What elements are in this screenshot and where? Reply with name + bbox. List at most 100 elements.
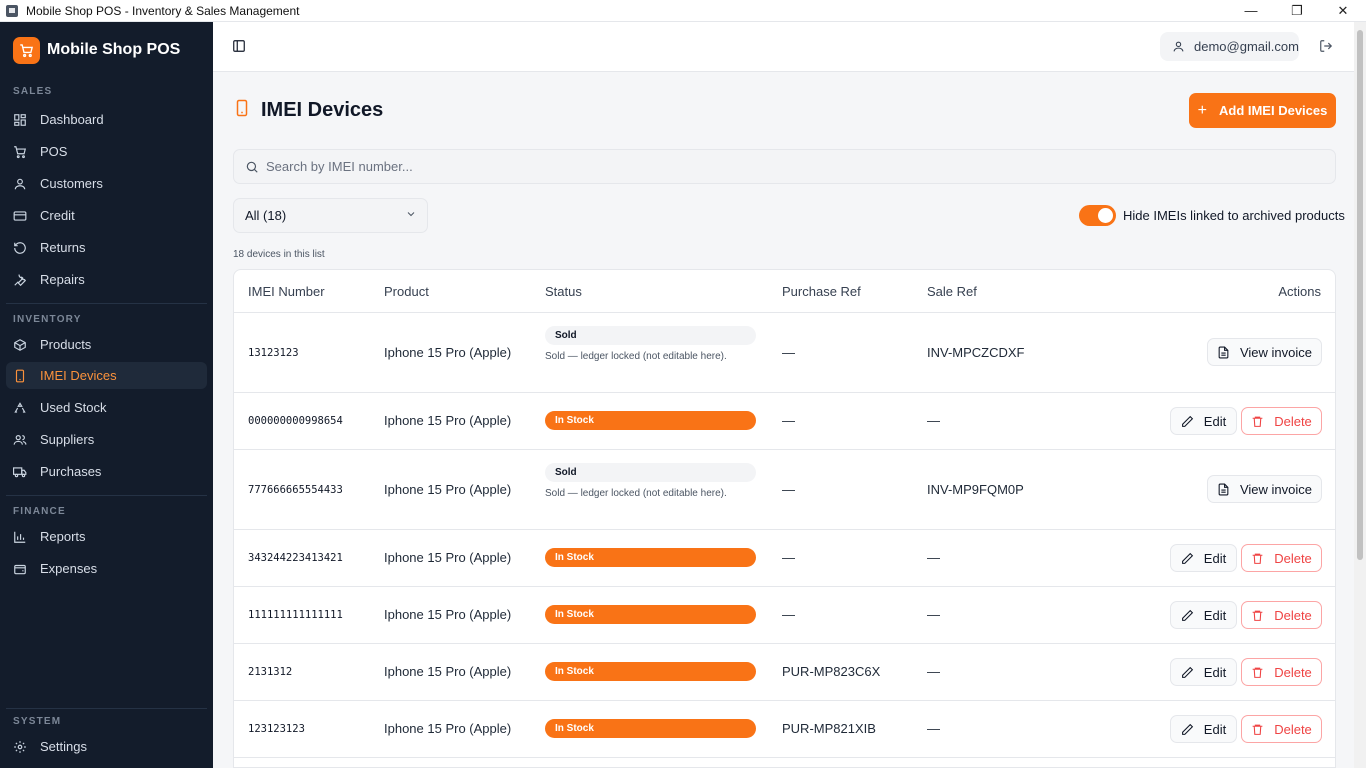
sidebar-item-label: IMEI Devices: [40, 368, 117, 383]
user-icon: [1172, 40, 1185, 53]
pencil-icon: [1181, 666, 1194, 679]
sidebar-item-suppliers[interactable]: Suppliers: [6, 426, 207, 453]
delete-button[interactable]: Delete: [1241, 407, 1322, 435]
search-input[interactable]: [266, 159, 1166, 174]
sidebar-item-expenses[interactable]: Expenses: [6, 555, 207, 582]
product-cell: Iphone 15 Pro (Apple): [384, 607, 512, 622]
edit-button[interactable]: Edit: [1170, 544, 1237, 572]
sidebar-item-label: Customers: [40, 176, 103, 191]
search-box: [233, 149, 1336, 184]
wallet-icon: [13, 562, 27, 576]
file-text-icon: [1217, 346, 1230, 359]
panel-toggle-icon[interactable]: [232, 39, 246, 53]
search-icon: [245, 160, 259, 174]
delete-label: Delete: [1274, 550, 1312, 566]
add-imei-devices-button[interactable]: + Add IMEI Devices: [1189, 93, 1336, 128]
sidebar-item-returns[interactable]: Returns: [6, 234, 207, 261]
pencil-icon: [1181, 552, 1194, 565]
user-menu[interactable]: demo@gmail.com: [1160, 32, 1299, 61]
sale-ref-cell: —: [927, 721, 940, 736]
sidebar-item-customers[interactable]: Customers: [6, 170, 207, 197]
view-invoice-label: View invoice: [1239, 481, 1313, 497]
view-invoice-button[interactable]: View invoice: [1207, 338, 1322, 366]
sidebar-item-label: Dashboard: [40, 112, 104, 127]
scrollbar-thumb[interactable]: [1357, 30, 1363, 560]
purchase-ref-cell: PUR-MP821XIB: [782, 721, 876, 736]
logout-icon[interactable]: [1319, 39, 1333, 53]
delete-button[interactable]: Delete: [1241, 601, 1322, 629]
purchase-ref-cell: —: [782, 550, 795, 565]
delete-button[interactable]: Delete: [1241, 544, 1322, 572]
sidebar-item-dashboard[interactable]: Dashboard: [6, 106, 207, 133]
sold-note: Sold — ledger locked (not editable here)…: [545, 488, 727, 499]
close-button[interactable]: ✕: [1320, 0, 1366, 22]
column-header-actions: Actions: [1278, 284, 1321, 299]
section-label-inventory: INVENTORY: [13, 314, 82, 325]
section-label-sales: SALES: [13, 86, 53, 97]
status-filter-select[interactable]: All (18): [233, 198, 428, 233]
sidebar-item-label: Credit: [40, 208, 75, 223]
column-header-status: Status: [545, 284, 582, 299]
archived-toggle-group: Hide IMEIs linked to archived products: [1079, 205, 1345, 226]
sidebar-item-repairs[interactable]: Repairs: [6, 266, 207, 293]
table-row: 777666665554433 Iphone 15 Pro (Apple) So…: [234, 450, 1335, 530]
imei-cell: 123123123: [248, 723, 305, 735]
brand[interactable]: Mobile Shop POS: [0, 22, 213, 78]
status-badge: In Stock: [545, 719, 756, 738]
sidebar-item-used-stock[interactable]: Used Stock: [6, 394, 207, 421]
status-badge: Sold: [545, 463, 756, 482]
sidebar-item-label: Suppliers: [40, 432, 95, 447]
edit-label: Edit: [1203, 550, 1227, 566]
product-cell: Iphone 15 Pro (Apple): [384, 413, 512, 428]
purchase-ref-cell: —: [782, 482, 795, 497]
sidebar-item-purchases[interactable]: Purchases: [6, 458, 207, 485]
delete-label: Delete: [1274, 413, 1312, 429]
page-scrollbar[interactable]: [1354, 22, 1366, 768]
user-email: demo@gmail.com: [1194, 39, 1299, 54]
table-header: IMEI Number Product Status Purchase Ref …: [234, 270, 1335, 313]
sidebar-item-settings[interactable]: Settings: [6, 733, 207, 760]
sidebar-item-label: Expenses: [40, 561, 98, 576]
cart-logo-icon: [13, 36, 40, 64]
edit-button[interactable]: Edit: [1170, 658, 1237, 686]
users-icon: [13, 433, 27, 447]
maximize-button[interactable]: ❐: [1274, 0, 1320, 22]
sidebar: Mobile Shop POS SALES Dashboard POS Cust…: [0, 22, 213, 768]
divider: [6, 495, 207, 496]
table-row: 000000000998654 Iphone 15 Pro (Apple) In…: [234, 393, 1335, 450]
view-invoice-button[interactable]: View invoice: [1207, 475, 1322, 503]
purchase-ref-cell: —: [782, 345, 795, 360]
product-cell: Iphone 15 Pro (Apple): [384, 664, 512, 679]
sidebar-item-label: Returns: [40, 240, 86, 255]
column-header-imei: IMEI Number: [248, 284, 325, 299]
sidebar-item-imei-devices[interactable]: IMEI Devices: [6, 362, 207, 389]
edit-button[interactable]: Edit: [1170, 407, 1237, 435]
sidebar-item-reports[interactable]: Reports: [6, 523, 207, 550]
edit-button[interactable]: Edit: [1170, 601, 1237, 629]
view-invoice-label: View invoice: [1239, 344, 1313, 360]
plus-icon: +: [1197, 101, 1207, 119]
sidebar-item-label: Purchases: [40, 464, 102, 479]
column-header-purchase-ref: Purchase Ref: [782, 284, 861, 299]
smartphone-icon: [13, 369, 27, 383]
edit-button[interactable]: Edit: [1170, 715, 1237, 743]
imei-table: IMEI Number Product Status Purchase Ref …: [233, 269, 1336, 768]
sidebar-item-pos[interactable]: POS: [6, 138, 207, 165]
imei-cell: 2131312: [248, 666, 293, 678]
brand-name: Mobile Shop POS: [47, 41, 181, 58]
delete-button[interactable]: Delete: [1241, 715, 1322, 743]
hide-archived-toggle[interactable]: [1079, 205, 1116, 226]
imei-cell: 343244223413421: [248, 552, 343, 564]
delete-button[interactable]: Delete: [1241, 658, 1322, 686]
sidebar-item-credit[interactable]: Credit: [6, 202, 207, 229]
grid-icon: [13, 113, 27, 127]
cart-icon: [13, 145, 27, 159]
file-text-icon: [1217, 483, 1230, 496]
sale-ref-cell: —: [927, 607, 940, 622]
sale-ref-cell: —: [927, 413, 940, 428]
trash-icon: [1251, 666, 1264, 679]
table-row: 13123123 Iphone 15 Pro (Apple) Sold Sold…: [234, 313, 1335, 393]
minimize-button[interactable]: —: [1228, 0, 1274, 22]
table-row: 111111111111111 Iphone 15 Pro (Apple) In…: [234, 587, 1335, 644]
sidebar-item-products[interactable]: Products: [6, 331, 207, 358]
